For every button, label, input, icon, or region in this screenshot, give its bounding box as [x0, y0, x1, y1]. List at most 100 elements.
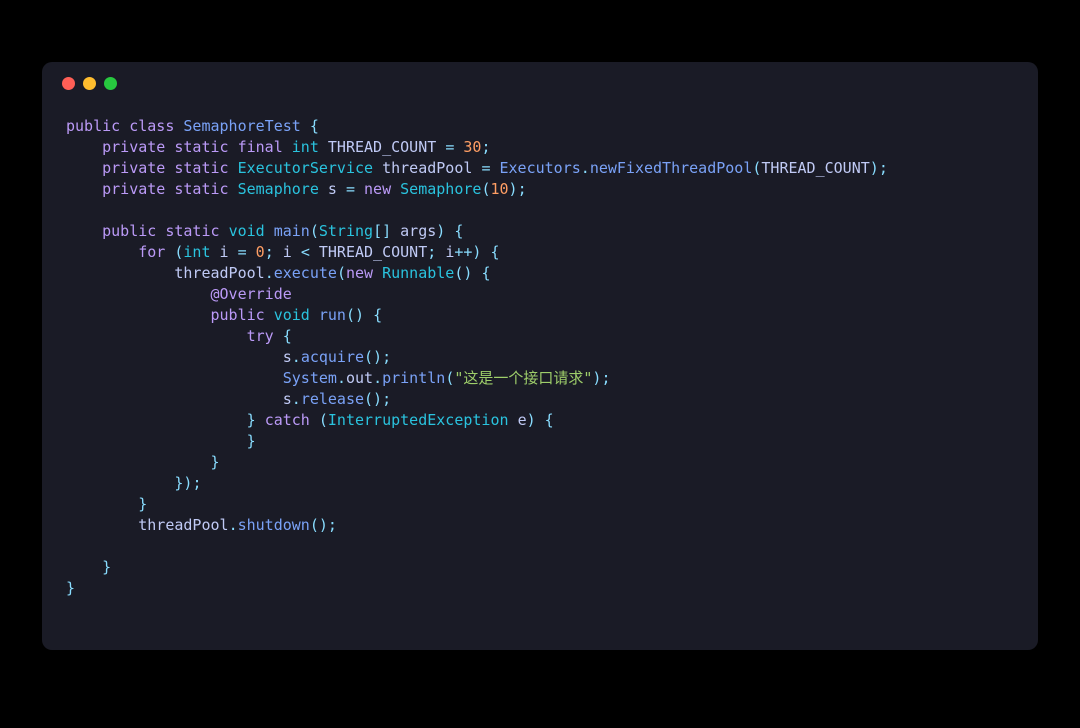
dot: . — [581, 159, 590, 177]
semi: ; — [879, 159, 888, 177]
var-i: i — [220, 243, 229, 261]
var-i: i — [283, 243, 292, 261]
keyword-static: static — [174, 138, 228, 156]
brace: { — [545, 411, 554, 429]
dot: . — [373, 369, 382, 387]
type-runnable: Runnable — [382, 264, 454, 282]
code-window: public class SemaphoreTest { private sta… — [42, 62, 1038, 650]
semi: ; — [601, 369, 610, 387]
paren: () — [346, 306, 364, 324]
close-icon[interactable] — [62, 77, 75, 90]
fn-release: release — [301, 390, 364, 408]
dot: . — [229, 516, 238, 534]
keyword-private: private — [102, 180, 165, 198]
num-10: 10 — [490, 180, 508, 198]
arg-thread-count: THREAD_COUNT — [761, 159, 869, 177]
type-int: int — [183, 243, 210, 261]
fn-main: main — [274, 222, 310, 240]
brace: } — [138, 495, 147, 513]
obj-system: System — [283, 369, 337, 387]
dot: . — [265, 264, 274, 282]
paren: () — [454, 264, 472, 282]
keyword-try: try — [247, 327, 274, 345]
keyword-static: static — [174, 180, 228, 198]
op-eq: = — [238, 243, 247, 261]
op-eq: = — [346, 180, 355, 198]
var-e: e — [518, 411, 527, 429]
var-s: s — [328, 180, 337, 198]
window-titlebar — [42, 62, 1038, 104]
type-string: String — [319, 222, 373, 240]
semi: ; — [481, 138, 490, 156]
class-executors: Executors — [500, 159, 581, 177]
brace: { — [454, 222, 463, 240]
paren: () — [310, 516, 328, 534]
keyword-static: static — [165, 222, 219, 240]
paren: ) — [870, 159, 879, 177]
semi: ; — [265, 243, 274, 261]
keyword-public: public — [66, 117, 120, 135]
semi: ; — [518, 180, 527, 198]
keyword-public: public — [211, 306, 265, 324]
keyword-new: new — [364, 180, 391, 198]
op-eq: = — [445, 138, 454, 156]
fn-acquire: acquire — [301, 348, 364, 366]
op-eq: = — [481, 159, 490, 177]
keyword-private: private — [102, 159, 165, 177]
type-executorservice: ExecutorService — [238, 159, 373, 177]
brace: { — [481, 264, 490, 282]
keyword-for: for — [138, 243, 165, 261]
brace: { — [490, 243, 499, 261]
minimize-icon[interactable] — [83, 77, 96, 90]
paren: ( — [319, 411, 328, 429]
brace: }) — [174, 474, 192, 492]
brace: } — [66, 579, 75, 597]
dot: . — [292, 348, 301, 366]
string-literal: "这是一个接口请求" — [454, 369, 592, 387]
var-s: s — [283, 390, 292, 408]
code-editor[interactable]: public class SemaphoreTest { private sta… — [42, 104, 1038, 619]
fn-newfixedthreadpool: newFixedThreadPool — [590, 159, 753, 177]
keyword-public: public — [102, 222, 156, 240]
paren: ( — [337, 264, 346, 282]
brace: { — [373, 306, 382, 324]
brace: } — [211, 453, 220, 471]
semi: ; — [427, 243, 436, 261]
var-s: s — [283, 348, 292, 366]
paren: ( — [310, 222, 319, 240]
brace: { — [283, 327, 292, 345]
type-void: void — [229, 222, 265, 240]
maximize-icon[interactable] — [104, 77, 117, 90]
num-30: 30 — [463, 138, 481, 156]
keyword-private: private — [102, 138, 165, 156]
const-thread-count: THREAD_COUNT — [319, 243, 427, 261]
semi: ; — [382, 348, 391, 366]
ctor-semaphore: Semaphore — [400, 180, 481, 198]
keyword-new: new — [346, 264, 373, 282]
var-threadpool: threadPool — [382, 159, 472, 177]
paren: () — [364, 390, 382, 408]
obj-out: out — [346, 369, 373, 387]
keyword-final: final — [238, 138, 283, 156]
paren: ) — [436, 222, 445, 240]
fn-run: run — [319, 306, 346, 324]
keyword-static: static — [174, 159, 228, 177]
fn-println: println — [382, 369, 445, 387]
annotation-override: @Override — [211, 285, 292, 303]
semi: ; — [192, 474, 201, 492]
semi: ; — [382, 390, 391, 408]
dot: . — [337, 369, 346, 387]
op-inc: ++ — [454, 243, 472, 261]
brace: } — [102, 558, 111, 576]
var-args: args — [400, 222, 436, 240]
type-void: void — [274, 306, 310, 324]
keyword-catch: catch — [265, 411, 310, 429]
keyword-class: class — [129, 117, 174, 135]
bracket: [] — [373, 222, 391, 240]
paren: ) — [527, 411, 536, 429]
brace: } — [247, 411, 256, 429]
dot: . — [292, 390, 301, 408]
semi: ; — [328, 516, 337, 534]
brace: { — [310, 117, 319, 135]
paren: ( — [445, 369, 454, 387]
